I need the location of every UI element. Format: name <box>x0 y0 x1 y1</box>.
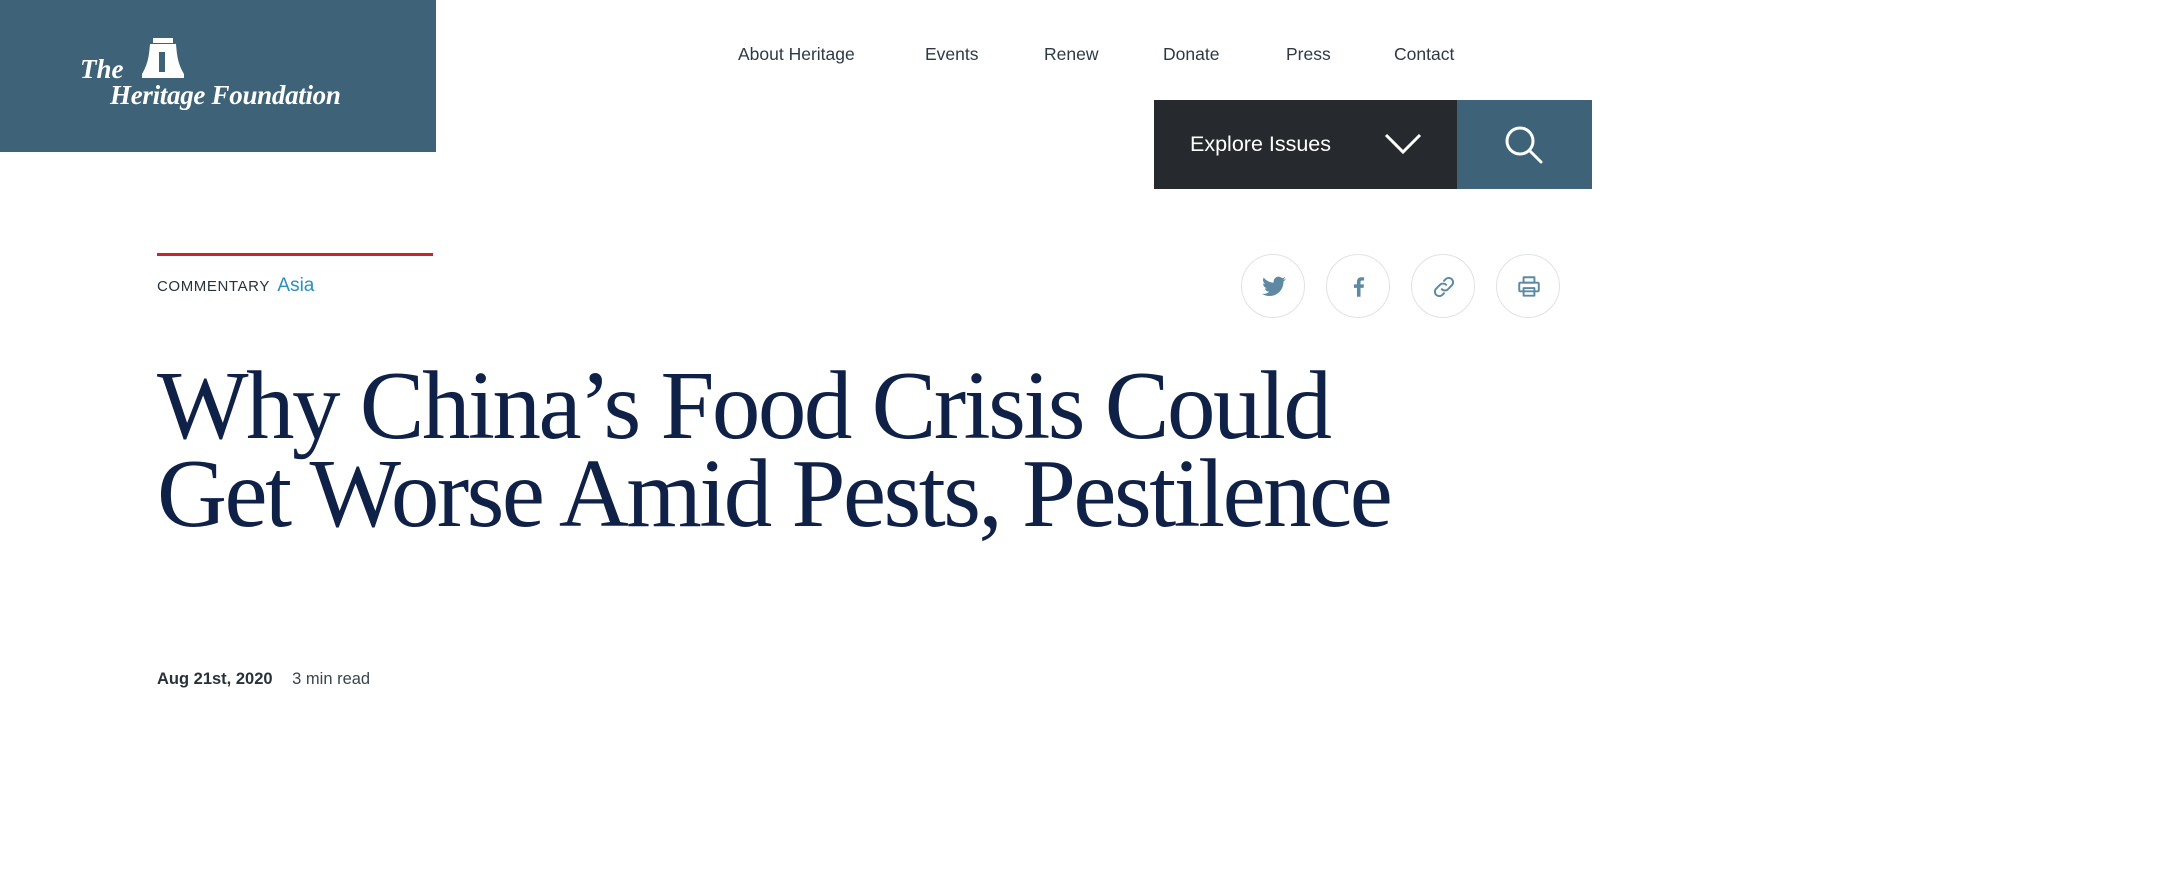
link-icon <box>1433 276 1455 298</box>
nav-about-heritage[interactable]: About Heritage <box>738 42 855 66</box>
article-topic-link[interactable]: Asia <box>277 275 314 296</box>
search-button[interactable] <box>1457 100 1592 189</box>
search-icon <box>1505 126 1543 164</box>
logo-text-heritage-foundation: Heritage Foundation <box>110 80 341 110</box>
article-read-time: 3 min read <box>292 670 371 688</box>
section-divider <box>157 253 433 256</box>
share-facebook-button[interactable] <box>1326 254 1390 318</box>
article-title: Why China’s Food Crisis Could Get Worse … <box>157 352 1393 547</box>
explore-issues-label: Explore Issues <box>1190 132 1332 156</box>
chevron-down-icon <box>1384 133 1422 155</box>
copy-link-button[interactable] <box>1411 254 1475 318</box>
nav-press[interactable]: Press <box>1286 42 1331 66</box>
nav-renew[interactable]: Renew <box>1044 42 1098 66</box>
nav-events[interactable]: Events <box>925 42 979 66</box>
nav-donate[interactable]: Donate <box>1163 42 1219 66</box>
article-eyebrow: COMMENTARY Asia <box>157 275 314 297</box>
explore-issues-button[interactable]: Explore Issues <box>1154 100 1457 189</box>
site-logo[interactable]: The Heritage Foundation <box>0 0 436 152</box>
share-twitter-button[interactable] <box>1241 254 1305 318</box>
nav-contact[interactable]: Contact <box>1394 42 1454 66</box>
print-button[interactable] <box>1496 254 1560 318</box>
article-type: COMMENTARY <box>157 278 270 295</box>
print-icon <box>1518 276 1540 297</box>
liberty-bell-icon <box>142 38 184 78</box>
twitter-icon <box>1262 276 1286 296</box>
article-date: Aug 21st, 2020 <box>157 670 273 688</box>
facebook-icon <box>1353 277 1365 297</box>
article-meta: Aug 21st, 2020 3 min read <box>157 668 370 690</box>
